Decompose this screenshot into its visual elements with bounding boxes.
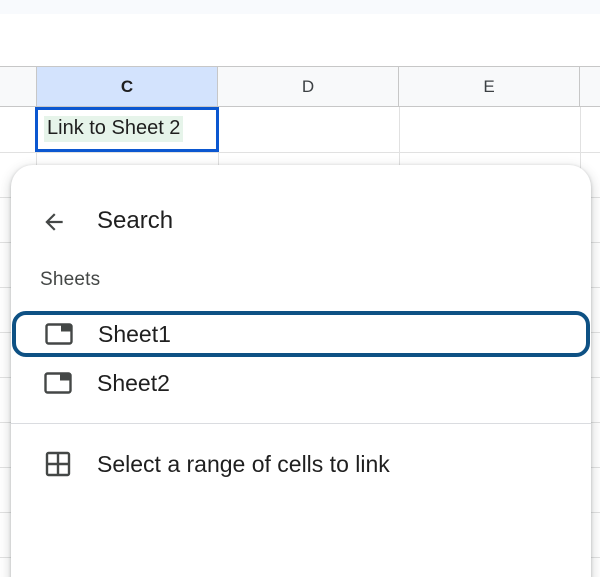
column-header-c[interactable]: C bbox=[37, 67, 218, 106]
sheet-item-label: Sheet1 bbox=[98, 320, 171, 347]
cell-link-text[interactable]: Link to Sheet 2 bbox=[44, 116, 184, 142]
link-picker-popup: Search Sheets Sheet1 Sheet2 Select a ran… bbox=[11, 165, 591, 577]
spreadsheet-window: C D E Link to Sheet 2 Search Sheets Shee… bbox=[0, 0, 600, 577]
sheet-tab-icon bbox=[45, 323, 73, 345]
row-header-corner[interactable] bbox=[0, 67, 37, 106]
column-header-e[interactable]: E bbox=[399, 67, 580, 106]
sheet-item-sheet1[interactable]: Sheet1 bbox=[12, 311, 590, 357]
column-header-f[interactable] bbox=[580, 67, 600, 106]
back-button[interactable] bbox=[35, 203, 73, 241]
select-range-option[interactable]: Select a range of cells to link bbox=[11, 441, 591, 487]
popup-header: Search bbox=[11, 197, 591, 247]
sheet-item-label: Sheet2 bbox=[97, 369, 170, 396]
arrow-back-icon bbox=[45, 213, 63, 231]
formula-bar-area bbox=[0, 14, 600, 66]
grid-line bbox=[0, 152, 600, 153]
column-header-d[interactable]: D bbox=[218, 67, 399, 106]
sheet-tab-icon bbox=[44, 372, 72, 394]
column-header-row: C D E bbox=[0, 66, 600, 107]
select-range-label: Select a range of cells to link bbox=[97, 450, 390, 477]
top-strip bbox=[0, 0, 600, 14]
active-cell-c2[interactable]: Link to Sheet 2 bbox=[35, 107, 219, 152]
grid-icon bbox=[44, 451, 72, 477]
divider bbox=[11, 423, 591, 424]
sheets-section-label: Sheets bbox=[40, 269, 101, 290]
sheet-item-sheet2[interactable]: Sheet2 bbox=[11, 360, 591, 406]
search-label[interactable]: Search bbox=[97, 207, 173, 235]
